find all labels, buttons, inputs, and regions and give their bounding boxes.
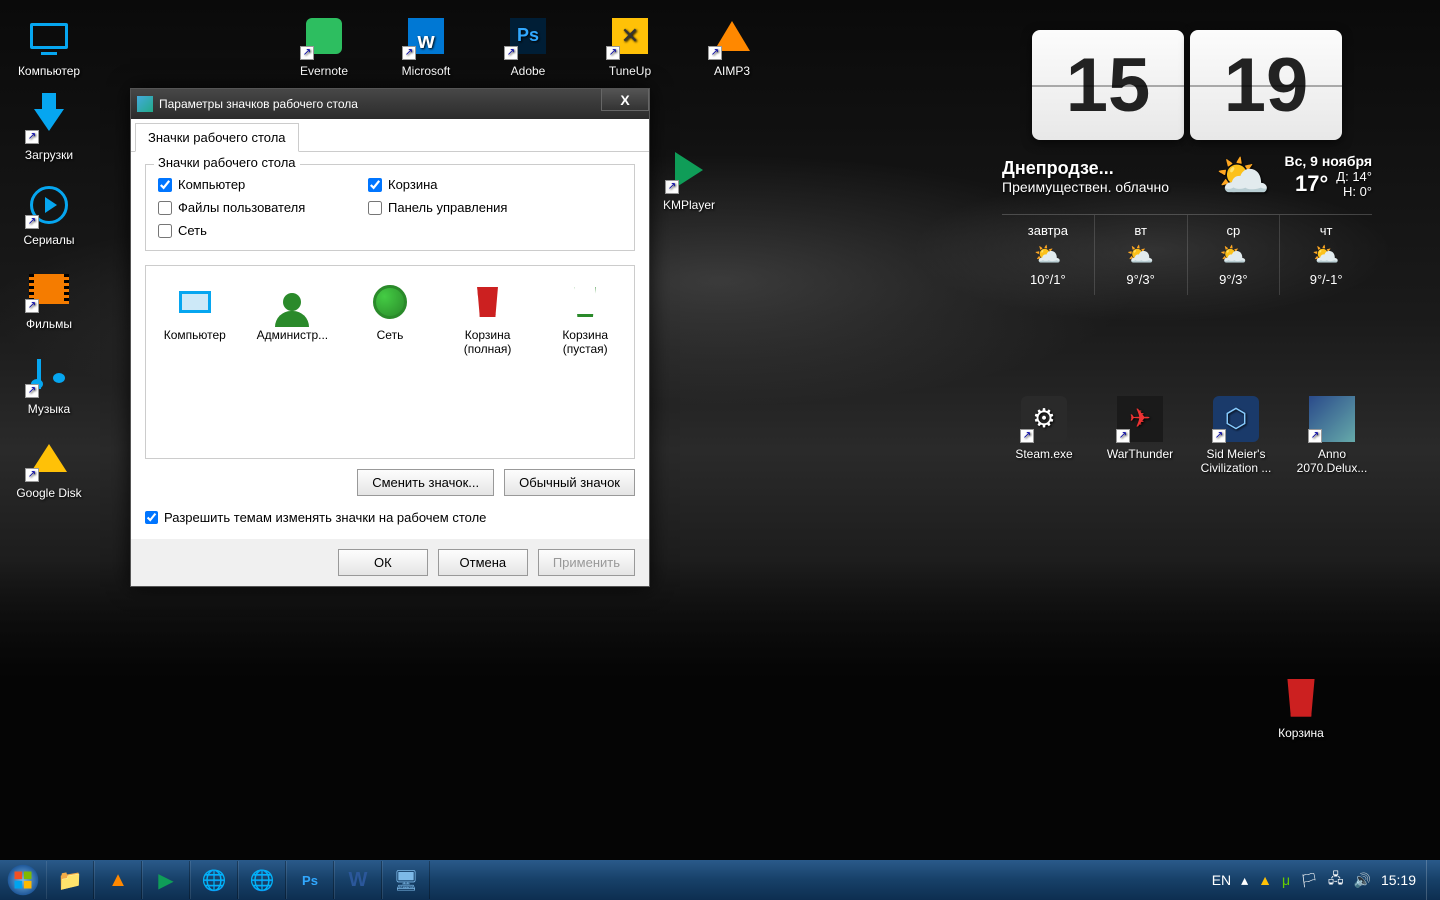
cancel-button[interactable]: Отмена (438, 549, 528, 576)
show-desktop-button[interactable] (1426, 860, 1440, 900)
group-legend: Значки рабочего стола (154, 155, 300, 170)
taskbar-item-chrome[interactable]: 🌐 (190, 861, 238, 899)
icon-item-computer[interactable]: Компьютер (156, 282, 234, 448)
desktop-icon-warthunder[interactable]: ✈↗WarThunder (1101, 395, 1179, 476)
ok-button[interactable]: ОК (338, 549, 428, 576)
weather-widget[interactable]: 15 19 Днепродзе... Преимуществен. облачн… (1002, 30, 1372, 295)
weather-temp: 17° (1295, 171, 1328, 197)
check-control-panel[interactable]: Панель управления (368, 200, 568, 215)
icon-item-network[interactable]: Сеть (351, 282, 429, 448)
desktop-icon-recycle-bin[interactable]: Корзина (1262, 674, 1340, 740)
label: Evernote (300, 64, 348, 78)
taskbar-item-chrome2[interactable]: 🌐 (238, 861, 286, 899)
check-recycle-bin[interactable]: Корзина (368, 177, 568, 192)
desktop-icon-movies[interactable]: ↗Фильмы (10, 265, 88, 331)
label: Anno 2070.Delux... (1293, 447, 1371, 476)
check-network[interactable]: Сеть (158, 223, 358, 238)
word-icon: W (349, 869, 368, 892)
label: Фильмы (26, 317, 72, 331)
desktop-icon-steam[interactable]: ⚙↗Steam.exe (1005, 395, 1083, 476)
play-icon: ▶ (158, 868, 173, 893)
label: AIMP3 (714, 64, 750, 78)
label: Microsoft (402, 64, 451, 78)
dialog-icon (137, 96, 153, 112)
desktop-icon-music[interactable]: ↗Музыка (10, 350, 88, 416)
apply-button[interactable]: Применить (538, 549, 635, 576)
weather-date: Вс, 9 ноября (1284, 153, 1372, 169)
taskbar-item-explorer[interactable]: 📁 (46, 861, 94, 899)
desktop-icon-downloads[interactable]: ↗Загрузки (10, 96, 88, 162)
desktop-icon-settings-dialog: Параметры значков рабочего стола X Значк… (130, 88, 650, 587)
taskbar-item-word[interactable]: W (334, 861, 382, 899)
label: Steam.exe (1015, 447, 1072, 461)
icon-preview-list[interactable]: Компьютер Администр... Сеть Корзина (пол… (145, 265, 635, 459)
tray-clock[interactable]: 15:19 (1381, 872, 1416, 888)
forecast-day: ср⛅9°/3° (1188, 215, 1281, 295)
label: Корзина (1278, 726, 1324, 740)
sun-cloud-icon: ⛅ (1216, 150, 1271, 202)
language-indicator[interactable]: EN (1212, 872, 1231, 888)
clock-minutes: 19 (1190, 30, 1342, 140)
label: WarThunder (1107, 447, 1173, 461)
tray-volume-icon[interactable]: 🔊 (1354, 872, 1371, 889)
weather-condition: Преимуществен. облачно (1002, 179, 1202, 195)
desktop-icon-evernote[interactable]: ↗Evernote (285, 12, 363, 78)
label: Музыка (28, 402, 70, 416)
tray-utorrent-icon[interactable]: μ (1282, 872, 1290, 888)
tray-network-icon[interactable]: 🖧 (1328, 868, 1344, 892)
default-icon-button[interactable]: Обычный значок (504, 469, 635, 496)
label: Загрузки (25, 148, 73, 162)
weather-location: Днепродзе... (1002, 158, 1202, 179)
taskbar: 📁 ▲ ▶ 🌐 🌐 Ps W 🖥 EN ▴ ▲ μ 🏳 🖧 🔊 15:19 (0, 860, 1440, 900)
check-allow-themes[interactable]: Разрешить темам изменять значки на рабоч… (145, 510, 635, 525)
tray-expand-icon[interactable]: ▴ (1241, 872, 1248, 889)
tab-desktop-icons[interactable]: Значки рабочего стола (135, 123, 299, 152)
icon-item-recycle-full[interactable]: Корзина (полная) (449, 282, 527, 448)
chrome-icon: 🌐 (250, 868, 275, 893)
desktop-icon-microsoft[interactable]: w↗Microsoft (387, 12, 465, 78)
desktop-icon-serials[interactable]: ↗Сериалы (10, 181, 88, 247)
label: Google Disk (16, 486, 81, 500)
desktop-icon-aimp3[interactable]: ↗AIMP3 (693, 12, 771, 78)
taskbar-item-photoshop[interactable]: Ps (286, 861, 334, 899)
aimp-icon: ▲ (108, 869, 128, 892)
close-button[interactable]: X (601, 89, 649, 111)
desktop-icon-tuneup[interactable]: ✕↗TuneUp (591, 12, 669, 78)
tray-gdrive-icon[interactable]: ▲ (1258, 872, 1272, 888)
check-computer[interactable]: Компьютер (158, 177, 358, 192)
tray-flag-icon[interactable]: 🏳 (1300, 872, 1318, 889)
desktop-icon-anno[interactable]: ↗Anno 2070.Delux... (1293, 395, 1371, 476)
display-icon: 🖥 (393, 868, 418, 893)
system-tray: EN ▴ ▲ μ 🏳 🖧 🔊 15:19 (1212, 868, 1426, 892)
forecast-day: чт⛅9°/-1° (1280, 215, 1372, 295)
label: Adobe (511, 64, 546, 78)
desktop-icon-adobe[interactable]: Ps↗Adobe (489, 12, 567, 78)
forecast-day: завтра⛅10°/1° (1002, 215, 1095, 295)
folder-icon: 📁 (58, 868, 83, 893)
desktop-icon-kmplayer[interactable]: ↗KMPlayer (650, 146, 728, 212)
icon-item-recycle-empty[interactable]: Корзина (пустая) (546, 282, 624, 448)
taskbar-item-play[interactable]: ▶ (142, 861, 190, 899)
check-user-files[interactable]: Файлы пользователя (158, 200, 358, 215)
forecast-day: вт⛅9°/3° (1095, 215, 1188, 295)
start-button[interactable] (0, 860, 46, 900)
taskbar-item-personalization[interactable]: 🖥 (382, 861, 430, 899)
label: Sid Meier's Civilization ... (1197, 447, 1275, 476)
dialog-title: Параметры значков рабочего стола (159, 97, 358, 111)
taskbar-item-aimp[interactable]: ▲ (94, 861, 142, 899)
label: Компьютер (18, 64, 80, 78)
label: Сериалы (23, 233, 74, 247)
icon-item-admin[interactable]: Администр... (254, 282, 332, 448)
desktop-icon-google-disk[interactable]: ↗Google Disk (10, 434, 88, 500)
label: TuneUp (609, 64, 651, 78)
chrome-icon: 🌐 (202, 868, 227, 893)
change-icon-button[interactable]: Сменить значок... (357, 469, 494, 496)
desktop-icon-computer[interactable]: Компьютер (10, 12, 88, 78)
clock-hours: 15 (1032, 30, 1184, 140)
dialog-titlebar[interactable]: Параметры значков рабочего стола X (131, 89, 649, 119)
desktop-icon-civilization[interactable]: ⬡↗Sid Meier's Civilization ... (1197, 395, 1275, 476)
label: KMPlayer (663, 198, 715, 212)
photoshop-icon: Ps (302, 873, 318, 888)
